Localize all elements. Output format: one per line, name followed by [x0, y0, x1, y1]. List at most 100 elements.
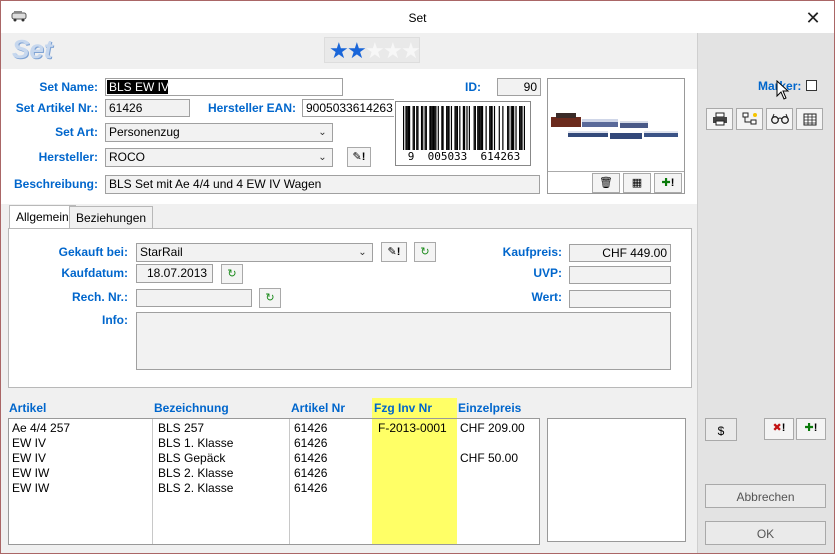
add-article-button[interactable]: ✚!: [796, 418, 826, 440]
table-cell[interactable]: BLS 1. Klasse: [158, 436, 233, 451]
tree-button[interactable]: [736, 108, 763, 130]
table-cell[interactable]: EW IW: [12, 481, 49, 496]
gekauft-bei-value: StarRail: [140, 245, 183, 259]
wert-input[interactable]: [569, 290, 671, 308]
barcode-bar: [450, 106, 453, 150]
table-cell[interactable]: BLS Gepäck: [158, 451, 225, 466]
add-icon: ✚!: [661, 177, 675, 189]
price-button[interactable]: $: [705, 418, 737, 441]
tab-allgemein[interactable]: Allgemein: [9, 205, 76, 229]
barcode-bar: [513, 106, 515, 150]
uvp-label: UVP:: [533, 266, 562, 280]
table-cell[interactable]: F-2013-0001: [378, 421, 447, 436]
edit-hersteller-button[interactable]: ✎!: [347, 147, 371, 167]
col-header-artikel-nr[interactable]: Artikel Nr: [291, 401, 345, 415]
table-cell[interactable]: 61426: [294, 436, 327, 451]
barcode-bar: [454, 106, 456, 150]
col-header-bezeichnung[interactable]: Bezeichnung: [154, 401, 229, 415]
uvp-input[interactable]: [569, 266, 671, 284]
rating-stars[interactable]: ★ ★ ★ ★ ★: [324, 37, 421, 64]
star-icon[interactable]: ★: [365, 38, 385, 64]
close-icon[interactable]: ✕: [799, 4, 827, 32]
col-header-einzelpreis[interactable]: Einzelpreis: [458, 401, 521, 415]
chevron-down-icon[interactable]: ⌄: [355, 245, 370, 260]
refresh-kaufdatum-button[interactable]: ↻: [221, 264, 243, 284]
table-cell[interactable]: 61426: [294, 481, 327, 496]
delete-photo-button[interactable]: 🗑: [592, 173, 620, 193]
col-header-artikel[interactable]: Artikel: [9, 401, 46, 415]
wert-label: Wert:: [531, 290, 562, 304]
refresh-rech-nr-button[interactable]: ↻: [259, 288, 281, 308]
table-view-button[interactable]: [796, 108, 823, 130]
train-image: [551, 113, 678, 139]
gekauft-bei-select[interactable]: StarRail ⌄: [136, 243, 373, 262]
remove-article-button[interactable]: ✖!: [764, 418, 794, 440]
set-art-label: Set Art:: [55, 125, 98, 139]
star-icon[interactable]: ★: [329, 38, 349, 64]
barcode-bar: [466, 106, 468, 150]
table-cell[interactable]: 61426: [294, 466, 327, 481]
star-icon[interactable]: ★: [383, 38, 403, 64]
chevron-down-icon[interactable]: ⌄: [315, 125, 330, 140]
kaufpreis-input[interactable]: CHF 449.00: [569, 244, 671, 262]
edit-icon: ✎!: [387, 246, 401, 258]
set-art-select[interactable]: Personenzug ⌄: [105, 123, 333, 142]
kaufdatum-input[interactable]: 18.07.2013: [136, 264, 213, 283]
marker-checkbox[interactable]: [806, 80, 817, 91]
barcode-bar: [448, 106, 450, 150]
ok-button[interactable]: OK: [705, 521, 826, 545]
print-button[interactable]: [706, 108, 733, 130]
barcode-bar: [447, 106, 449, 150]
barcode-bar: [479, 106, 481, 150]
barcode-bar: [442, 106, 444, 150]
rech-nr-input[interactable]: [136, 289, 252, 307]
ean-barcode: 9 005033 614263: [395, 101, 531, 166]
table-cell[interactable]: BLS 2. Klasse: [158, 466, 233, 481]
beschreibung-input[interactable]: BLS Set mit Ae 4/4 und 4 EW IV Wagen: [105, 175, 540, 194]
set-artikel-input[interactable]: 61426: [105, 99, 190, 117]
edit-haendler-button[interactable]: ✎!: [381, 242, 407, 262]
table-cell[interactable]: CHF 50.00: [460, 451, 518, 466]
rech-nr-label: Rech. Nr.:: [71, 290, 128, 304]
page-title: Set: [12, 34, 53, 64]
table-cell[interactable]: BLS 2. Klasse: [158, 481, 233, 496]
refresh-icon: ↻: [265, 292, 275, 304]
abbrechen-button[interactable]: Abbrechen: [705, 484, 826, 508]
col-header-fzg-inv-nr[interactable]: Fzg Inv Nr: [374, 401, 432, 415]
photo-toolbar-divider: [548, 171, 684, 172]
info-textarea[interactable]: [136, 312, 671, 370]
view-button[interactable]: [766, 108, 793, 130]
table-cell[interactable]: EW IV: [12, 436, 46, 451]
set-photo[interactable]: 🗑 ▦ ✚!: [547, 78, 685, 194]
table-cell[interactable]: 61426: [294, 451, 327, 466]
chevron-down-icon[interactable]: ⌄: [315, 150, 330, 165]
table-cell[interactable]: EW IW: [12, 466, 49, 481]
star-icon[interactable]: ★: [347, 38, 367, 64]
column-divider: [289, 419, 290, 544]
barcode-bar: [510, 106, 512, 150]
id-input[interactable]: 90: [497, 78, 541, 96]
id-label: ID:: [465, 80, 481, 94]
fzg-inv-highlight-overlay: [372, 419, 457, 544]
table-cell[interactable]: Ae 4/4 257: [12, 421, 70, 436]
table-cell[interactable]: BLS 257: [158, 421, 204, 436]
barcode-bar: [429, 106, 431, 150]
articles-table[interactable]: Ae 4/4 257 BLS 257 61426 CHF 209.00 EW IV BLS…: [8, 418, 540, 545]
barcode-bar: [434, 106, 436, 150]
new-image-icon: ▦: [631, 177, 643, 189]
barcode-bar: [456, 106, 459, 150]
new-photo-button[interactable]: ▦: [623, 173, 651, 193]
barcode-bar: [424, 106, 426, 150]
barcode-bar: [420, 106, 423, 150]
hersteller-ean-input[interactable]: 9005033614263: [302, 99, 394, 117]
table-cell[interactable]: EW IV: [12, 451, 46, 466]
barcode-bar: [473, 106, 475, 150]
tab-beziehungen[interactable]: Beziehungen: [69, 206, 154, 229]
star-icon[interactable]: ★: [401, 38, 421, 64]
refresh-haendler-button[interactable]: ↻: [414, 242, 436, 262]
table-cell[interactable]: CHF 209.00: [460, 421, 525, 436]
add-photo-button[interactable]: ✚!: [654, 173, 682, 193]
table-cell[interactable]: 61426: [294, 421, 327, 436]
hersteller-select[interactable]: ROCO ⌄: [105, 148, 333, 167]
table-side-box: [547, 418, 686, 542]
